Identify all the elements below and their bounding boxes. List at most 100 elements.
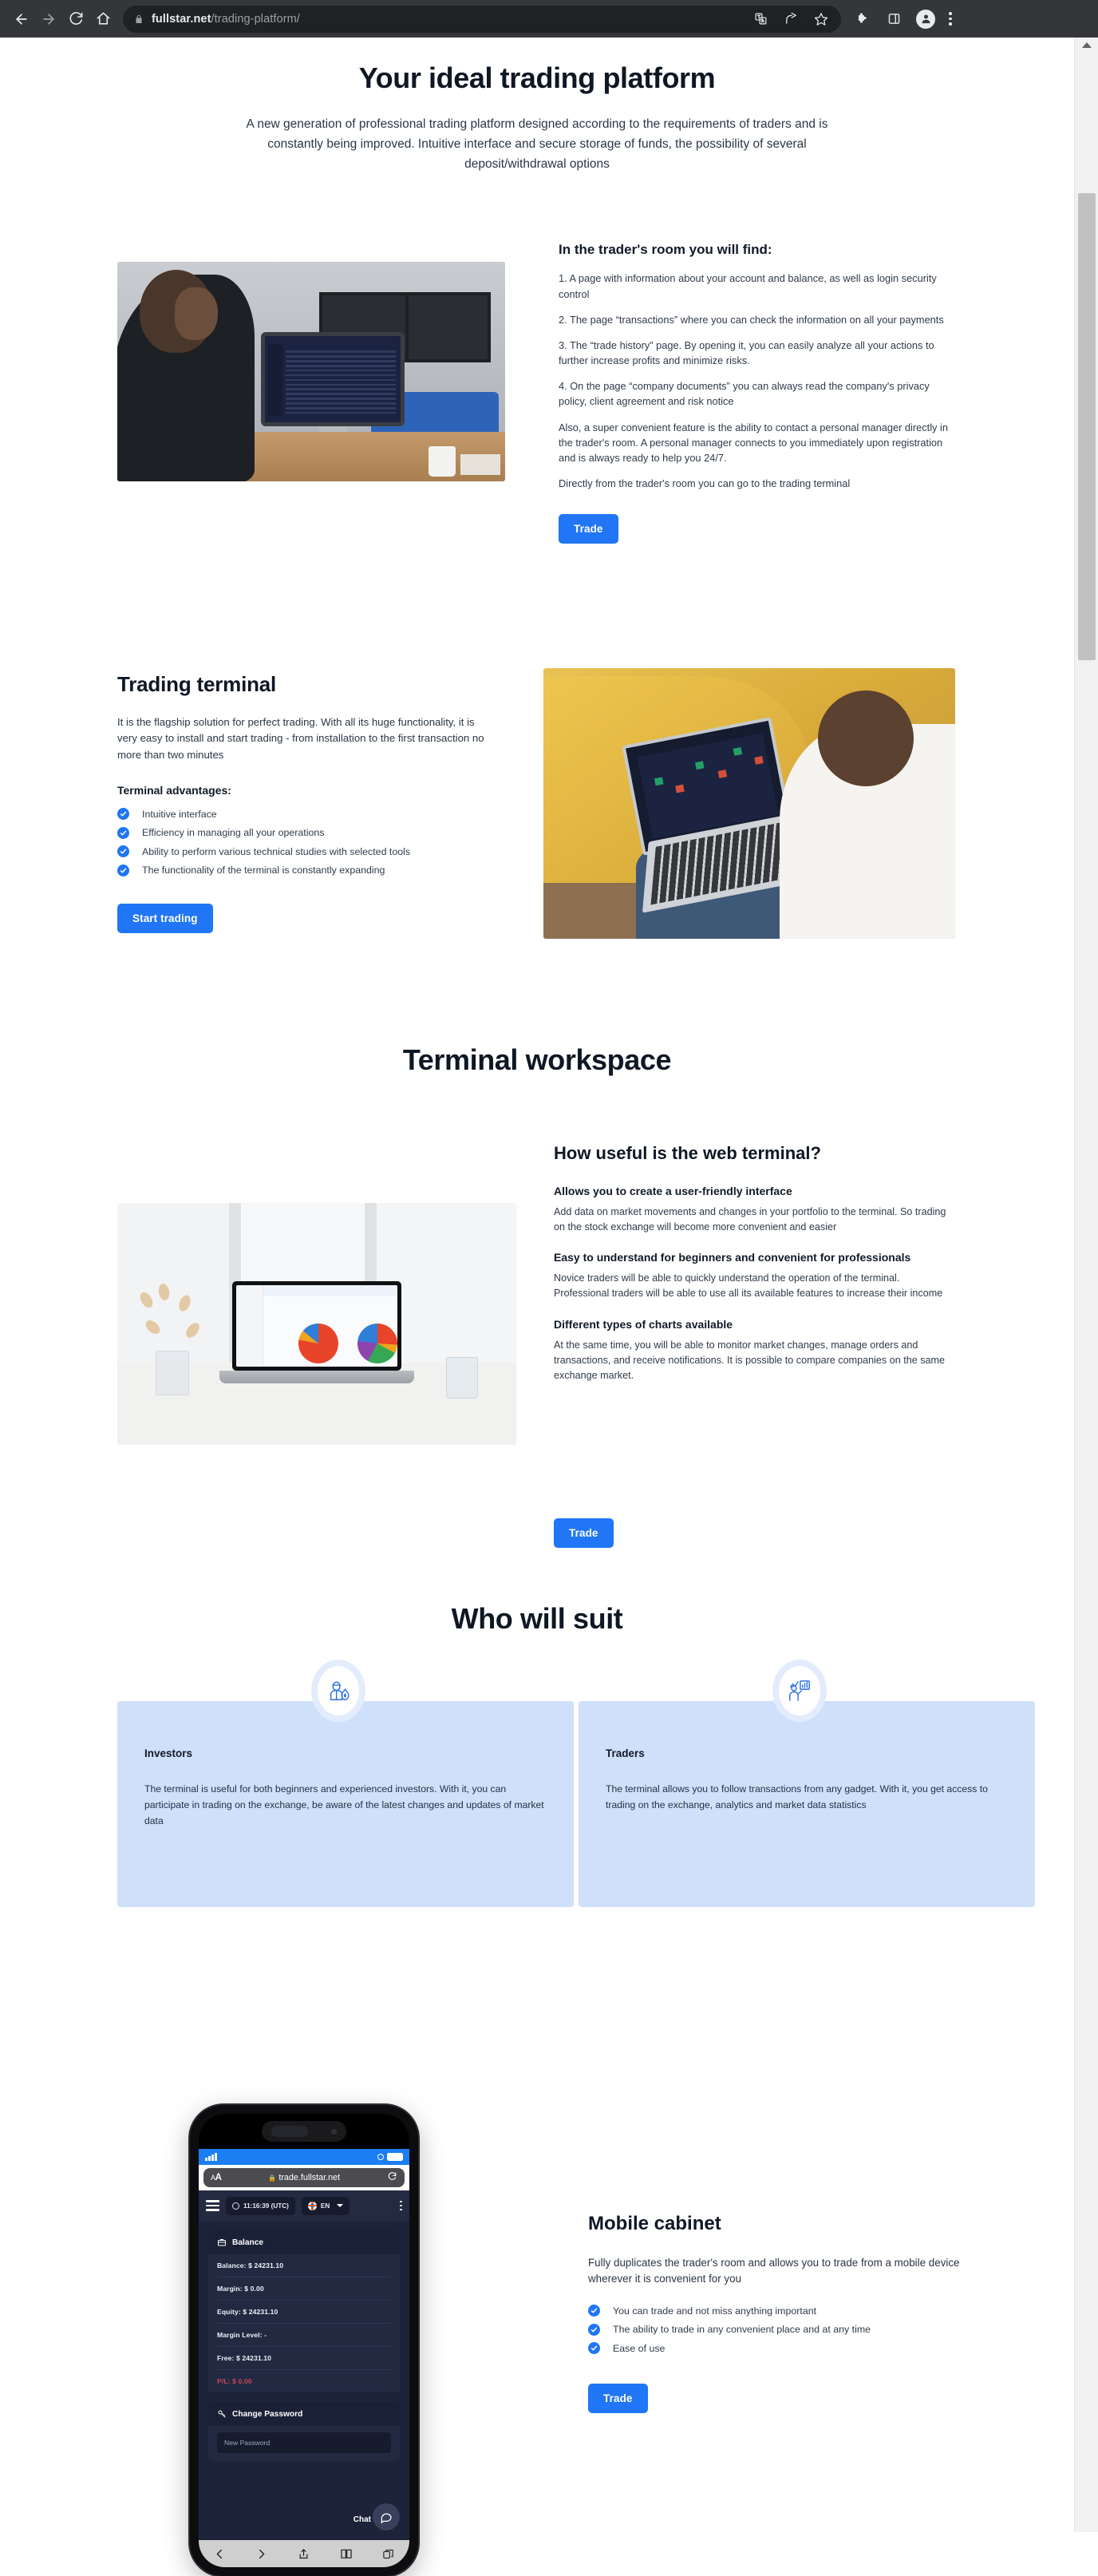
reload-icon[interactable] <box>62 6 89 33</box>
check-circle-icon <box>117 808 129 821</box>
ios-bookmarks-icon[interactable] <box>340 2547 353 2560</box>
ios-forward-icon[interactable] <box>255 2548 267 2560</box>
traders-room-trade-button[interactable]: Trade <box>559 514 618 544</box>
bullet-label: The ability to trade in any convenient p… <box>613 2324 871 2336</box>
list-item: Ease of use <box>588 2342 963 2355</box>
row-label: Free: <box>217 2354 235 2362</box>
row-value: - <box>264 2331 267 2339</box>
list-item: Ability to perform various technical stu… <box>117 845 492 858</box>
workspace-block-1-heading: Allows you to create a user-friendly int… <box>554 1185 792 1197</box>
new-password-input[interactable]: New Password <box>217 2432 391 2453</box>
url-path: /trading-platform/ <box>211 12 300 26</box>
scroll-up-arrow-icon[interactable] <box>1081 42 1092 48</box>
table-row: P/L: $ 0.00 <box>217 2370 391 2392</box>
lock-icon <box>134 14 144 24</box>
utc-clock-value: 11:16:39 (UTC) <box>243 2202 289 2210</box>
side-panel-icon[interactable] <box>885 10 902 28</box>
ios-status-bar <box>199 2149 409 2165</box>
translate-icon[interactable] <box>752 10 769 28</box>
battery-icon <box>387 2153 403 2161</box>
hamburger-menu-icon[interactable] <box>206 2200 219 2211</box>
phone-mockup: AA 🔒 trade.fullstar.net 11:16:39 (UTC) E… <box>190 2105 418 2576</box>
row-value: $ 24231.10 <box>236 2354 272 2362</box>
investor-person-with-money-bag-icon <box>311 1660 365 1722</box>
chevron-down-icon <box>337 2204 344 2207</box>
mobile-cabinet-trade-button[interactable]: Trade <box>588 2383 648 2413</box>
trading-app-body: 11:16:39 (UTC) EN Balance Balance: $ 242… <box>199 2190 409 2540</box>
bookmark-star-icon[interactable] <box>812 10 830 28</box>
row-label: Equity: <box>217 2308 241 2316</box>
language-flag-icon <box>307 2201 317 2210</box>
check-circle-icon <box>588 2342 600 2355</box>
ios-tab-bar <box>199 2540 409 2567</box>
boy-laptop-photo <box>543 668 955 939</box>
ios-reload-icon[interactable] <box>387 2171 397 2184</box>
list-item: The functionality of the terminal is con… <box>117 864 492 876</box>
check-circle-icon <box>117 826 129 839</box>
card-investors: Investors The terminal is useful for bot… <box>117 1660 574 1907</box>
terminal-advantages-title: Terminal advantages: <box>117 784 231 797</box>
status-right-icons <box>377 2153 403 2161</box>
mobile-cabinet-text: Mobile cabinet Fully duplicates the trad… <box>588 2213 963 2413</box>
hero-section: Your ideal trading platform A new genera… <box>0 38 1074 544</box>
table-row: Free: $ 24231.10 <box>217 2347 391 2370</box>
trading-terminal-title: Trading terminal <box>117 672 277 696</box>
browser-toolbar: fullstar.net/trading-platform/ <box>0 0 1098 38</box>
web-terminal-text: How useful is the web terminal? Allows y… <box>554 1143 957 1399</box>
card-traders: Traders The terminal allows you to follo… <box>579 1660 1035 1907</box>
language-label: EN <box>320 2202 330 2210</box>
text-size-aa-button[interactable]: AA <box>211 2173 222 2182</box>
workspace-block-1-body: Add data on market movements and changes… <box>554 1206 946 1233</box>
browser-menu-icon[interactable] <box>949 12 952 26</box>
list-item: The ability to trade in any convenient p… <box>588 2323 963 2336</box>
mobile-cabinet-description: Fully duplicates the trader's room and a… <box>588 2257 960 2285</box>
traders-room-heading: In the trader's room you will find: <box>559 242 772 258</box>
terminal-workspace-section: Terminal workspace How useful is the web… <box>0 1019 1074 1548</box>
chat-bubble-icon[interactable] <box>373 2503 400 2530</box>
signal-icon <box>205 2153 217 2161</box>
browser-right-icons <box>854 9 952 29</box>
trading-terminal-description: It is the flagship solution for perfect … <box>117 716 484 761</box>
clock-pill: 11:16:39 (UTC) <box>226 2196 295 2215</box>
forward-icon[interactable] <box>35 6 62 33</box>
scrollbar-thumb[interactable] <box>1078 193 1096 660</box>
chat-label: Chat <box>353 2515 371 2524</box>
ios-url-text: 🔒 trade.fullstar.net <box>227 2173 382 2182</box>
traders-room-p6: Directly from the trader's room you can … <box>559 477 851 490</box>
workspace-block-2-body: Novice traders will be able to quickly u… <box>554 1272 943 1300</box>
change-password-body: New Password <box>208 2432 400 2453</box>
language-selector[interactable]: EN <box>301 2196 350 2215</box>
app-menu-icon[interactable] <box>400 2200 402 2211</box>
back-icon[interactable] <box>8 6 35 33</box>
share-icon[interactable] <box>782 10 800 28</box>
ios-address-bar[interactable]: AA 🔒 trade.fullstar.net <box>199 2165 409 2190</box>
advantage-label: Intuitive interface <box>142 808 217 820</box>
who-will-suit-cards: Investors The terminal is useful for bot… <box>0 1660 1074 1907</box>
workspace-block-3-body: At the same time, you will be able to mo… <box>554 1339 946 1381</box>
page-scrollbar[interactable] <box>1074 38 1098 2532</box>
extensions-puzzle-icon[interactable] <box>854 10 871 28</box>
address-bar[interactable]: fullstar.net/trading-platform/ <box>123 5 841 33</box>
check-circle-icon <box>117 845 129 858</box>
profile-avatar-icon[interactable] <box>916 9 935 29</box>
ios-tabs-icon[interactable] <box>382 2548 394 2560</box>
ios-back-icon[interactable] <box>214 2548 226 2560</box>
workspace-header: Terminal workspace <box>0 1019 1074 1077</box>
row-label: Margin: <box>217 2285 243 2293</box>
traders-room-p1: 1. A page with information about your ac… <box>559 272 937 300</box>
row-value: $ 24231.10 <box>248 2261 284 2269</box>
row-value: $ 24231.10 <box>243 2308 278 2316</box>
row-label: P/L: <box>217 2377 231 2385</box>
hero-header: Your ideal trading platform A new genera… <box>0 38 1074 174</box>
who-will-suit-section: Who will suit Investors The terminal is … <box>0 1578 1074 1907</box>
start-trading-button[interactable]: Start trading <box>117 904 213 933</box>
desk-laptop-photo <box>117 1203 516 1445</box>
workspace-trade-button[interactable]: Trade <box>554 1518 614 1548</box>
table-row: Margin Level: - <box>217 2324 391 2347</box>
bullet-label: Ease of use <box>613 2342 666 2354</box>
traders-room-p4: 4. On the page “company documents” you c… <box>559 380 930 408</box>
home-icon[interactable] <box>89 6 117 33</box>
advantage-label: The functionality of the terminal is con… <box>142 865 385 876</box>
ios-share-icon[interactable] <box>298 2548 310 2560</box>
traders-room-p5: Also, a super convenient feature is the … <box>559 421 948 465</box>
